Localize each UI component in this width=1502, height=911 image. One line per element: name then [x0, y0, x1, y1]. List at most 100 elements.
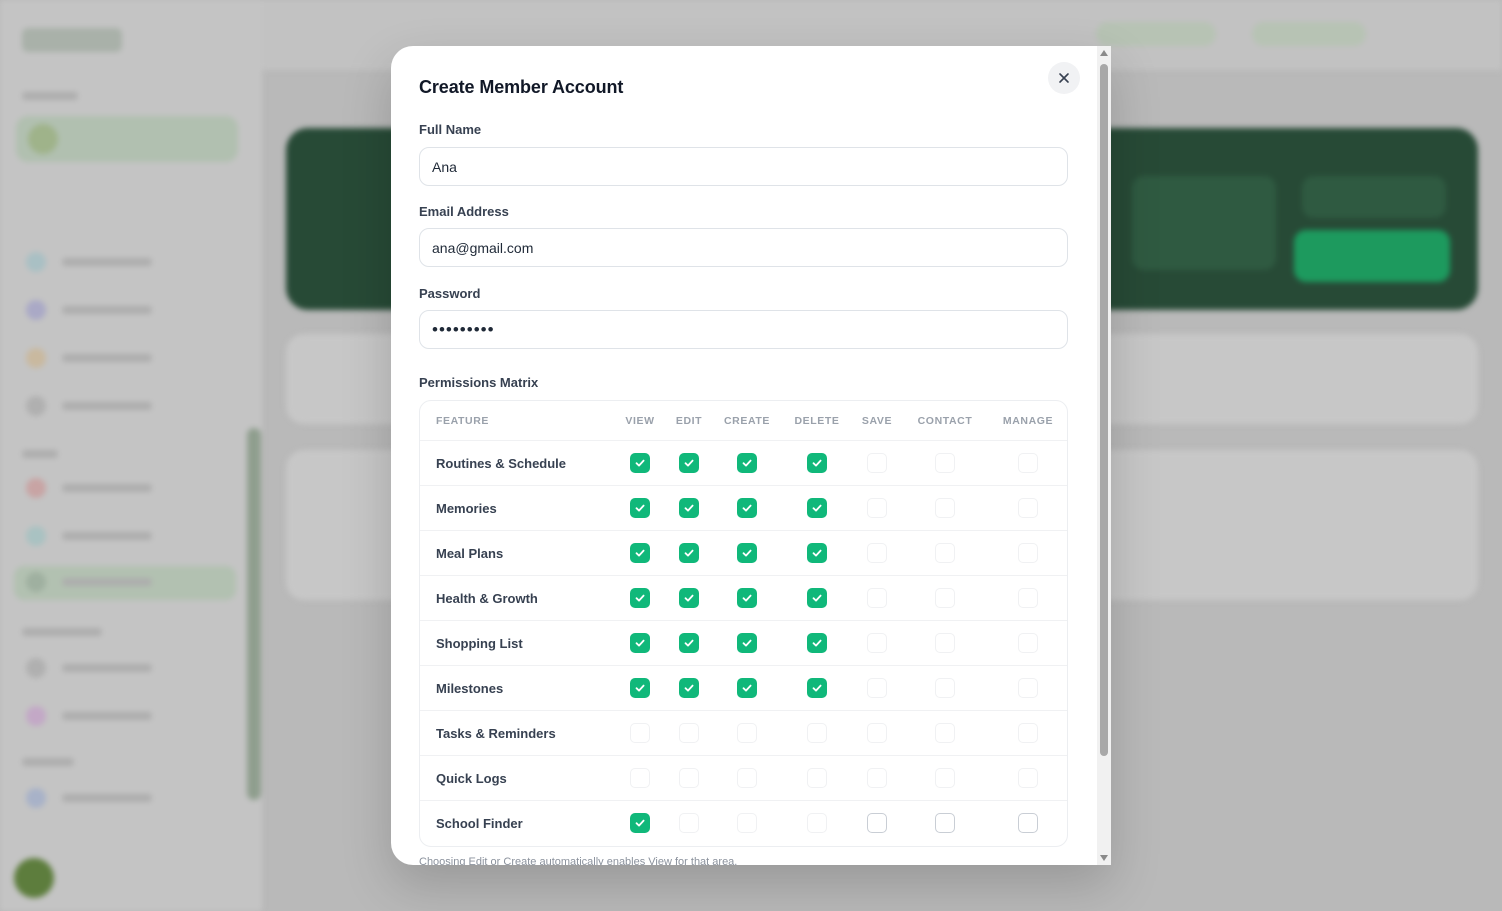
permission-checkbox-view[interactable] — [630, 633, 650, 653]
permission-checkbox-create[interactable] — [737, 588, 757, 608]
permission-checkbox-delete[interactable] — [807, 453, 827, 473]
table-row: Tasks & Reminders — [420, 711, 1067, 756]
permission-checkbox-save[interactable] — [867, 723, 887, 743]
permission-checkbox-create[interactable] — [737, 633, 757, 653]
permission-checkbox-manage[interactable] — [1018, 498, 1038, 518]
permission-checkbox-delete[interactable] — [807, 498, 827, 518]
permission-checkbox-view[interactable] — [630, 768, 650, 788]
permission-checkbox-manage[interactable] — [1018, 723, 1038, 743]
check-icon — [812, 549, 822, 557]
permission-checkbox-edit[interactable] — [679, 588, 699, 608]
permission-checkbox-delete[interactable] — [807, 588, 827, 608]
permission-checkbox-edit[interactable] — [679, 498, 699, 518]
feature-label: Meal Plans — [436, 546, 504, 561]
permission-checkbox-edit[interactable] — [679, 768, 699, 788]
permission-checkbox-contact[interactable] — [935, 813, 955, 833]
permission-checkbox-edit[interactable] — [679, 633, 699, 653]
permission-checkbox-view[interactable] — [630, 543, 650, 563]
permission-checkbox-delete[interactable] — [807, 543, 827, 563]
check-icon — [742, 684, 752, 692]
email-input[interactable] — [419, 228, 1068, 267]
check-icon — [684, 504, 694, 512]
table-row: Shopping List — [420, 621, 1067, 666]
permission-checkbox-view[interactable] — [630, 723, 650, 743]
permission-checkbox-create[interactable] — [737, 813, 757, 833]
permission-checkbox-contact[interactable] — [935, 453, 955, 473]
permission-checkbox-contact[interactable] — [935, 768, 955, 788]
permission-checkbox-create[interactable] — [737, 498, 757, 518]
permission-checkbox-edit[interactable] — [679, 813, 699, 833]
check-icon — [742, 459, 752, 467]
permission-checkbox-manage[interactable] — [1018, 543, 1038, 563]
permission-checkbox-save[interactable] — [867, 678, 887, 698]
permission-checkbox-contact[interactable] — [935, 543, 955, 563]
sidebar-nav-item — [22, 520, 232, 550]
permission-checkbox-manage[interactable] — [1018, 678, 1038, 698]
permission-checkbox-manage[interactable] — [1018, 588, 1038, 608]
hero-button — [1302, 176, 1446, 218]
permission-checkbox-delete[interactable] — [807, 633, 827, 653]
password-input[interactable] — [419, 310, 1068, 349]
permission-checkbox-save[interactable] — [867, 768, 887, 788]
check-icon — [684, 549, 694, 557]
permission-checkbox-create[interactable] — [737, 453, 757, 473]
permission-checkbox-view[interactable] — [630, 678, 650, 698]
scroll-down-arrow-icon[interactable] — [1100, 855, 1108, 861]
permission-checkbox-contact[interactable] — [935, 678, 955, 698]
permission-checkbox-delete[interactable] — [807, 768, 827, 788]
column-header-contact: CONTACT — [917, 415, 973, 427]
permission-checkbox-create[interactable] — [737, 678, 757, 698]
permission-checkbox-manage[interactable] — [1018, 453, 1038, 473]
column-header-edit: EDIT — [675, 415, 703, 427]
scroll-up-arrow-icon[interactable] — [1100, 50, 1108, 56]
permission-checkbox-save[interactable] — [867, 453, 887, 473]
permission-checkbox-create[interactable] — [737, 723, 757, 743]
permission-checkbox-save[interactable] — [867, 543, 887, 563]
feature-label: Memories — [436, 501, 497, 516]
permission-checkbox-contact[interactable] — [935, 633, 955, 653]
sidebar-nav-item — [22, 652, 232, 682]
sidebar-nav-item — [22, 246, 232, 276]
sidebar-nav-item — [22, 294, 232, 324]
permission-checkbox-view[interactable] — [630, 588, 650, 608]
permission-checkbox-contact[interactable] — [935, 588, 955, 608]
permission-checkbox-delete[interactable] — [807, 678, 827, 698]
permission-checkbox-view[interactable] — [630, 813, 650, 833]
permission-checkbox-view[interactable] — [630, 498, 650, 518]
permission-checkbox-delete[interactable] — [807, 723, 827, 743]
scrollbar-thumb[interactable] — [1100, 64, 1108, 756]
check-icon — [635, 639, 645, 647]
permission-checkbox-contact[interactable] — [935, 498, 955, 518]
close-button[interactable] — [1048, 62, 1080, 94]
permission-checkbox-save[interactable] — [867, 813, 887, 833]
column-header-create: CREATE — [724, 415, 770, 427]
full-name-input[interactable] — [419, 147, 1068, 186]
table-row: School Finder — [420, 801, 1067, 846]
permission-checkbox-create[interactable] — [737, 768, 757, 788]
feature-label: Milestones — [436, 681, 504, 696]
permission-checkbox-save[interactable] — [867, 588, 887, 608]
permission-checkbox-edit[interactable] — [679, 453, 699, 473]
permission-checkbox-contact[interactable] — [935, 723, 955, 743]
feature-label: Quick Logs — [436, 771, 507, 786]
permission-checkbox-delete[interactable] — [807, 813, 827, 833]
permission-checkbox-create[interactable] — [737, 543, 757, 563]
feature-label: Shopping List — [436, 636, 523, 651]
sidebar-section-heading — [22, 450, 58, 458]
permissions-matrix: FEATURE VIEW EDIT CREATE DELETE SAVE CONTACT MA… — [419, 400, 1068, 847]
permission-checkbox-manage[interactable] — [1018, 633, 1038, 653]
permission-checkbox-edit[interactable] — [679, 723, 699, 743]
permission-checkbox-save[interactable] — [867, 498, 887, 518]
check-icon — [635, 549, 645, 557]
permission-checkbox-edit[interactable] — [679, 678, 699, 698]
table-row: Milestones — [420, 666, 1067, 711]
email-label: Email Address — [419, 204, 509, 219]
avatar — [28, 124, 58, 154]
permission-checkbox-view[interactable] — [630, 453, 650, 473]
sidebar-nav-item — [22, 700, 232, 730]
permission-checkbox-save[interactable] — [867, 633, 887, 653]
permission-checkbox-edit[interactable] — [679, 543, 699, 563]
permission-checkbox-manage[interactable] — [1018, 813, 1038, 833]
modal-scrollbar[interactable] — [1097, 46, 1111, 865]
permission-checkbox-manage[interactable] — [1018, 768, 1038, 788]
